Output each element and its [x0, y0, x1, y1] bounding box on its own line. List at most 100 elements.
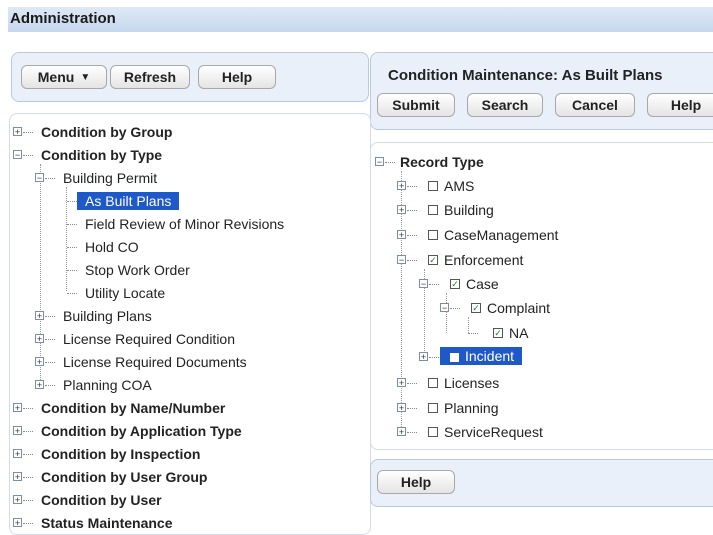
- tree-connector: [45, 385, 55, 387]
- collapse-icon[interactable]: −: [397, 255, 406, 265]
- tree-item-hold-co[interactable]: Hold CO: [85, 238, 139, 256]
- tree-item-as-built-plans[interactable]: As Built Plans: [77, 192, 180, 210]
- tree-connector: [450, 308, 460, 310]
- expand-icon[interactable]: +: [35, 357, 44, 367]
- record-item-na[interactable]: NA: [509, 324, 528, 342]
- tree-connector: [407, 210, 417, 212]
- expand-icon[interactable]: +: [419, 352, 428, 362]
- servicerequest-checkbox[interactable]: [428, 427, 438, 437]
- tree-item-field-review[interactable]: Field Review of Minor Revisions: [85, 215, 284, 233]
- menu-button-label: Menu: [37, 69, 75, 85]
- tree-guide: [468, 317, 470, 333]
- record-type-root[interactable]: Record Type: [400, 153, 484, 171]
- tree-connector: [468, 333, 478, 335]
- tree-connector: [407, 408, 417, 410]
- tree-connector: [45, 178, 55, 180]
- collapse-icon[interactable]: −: [375, 157, 384, 167]
- tree-item-status-maintenance[interactable]: Status Maintenance: [41, 514, 172, 532]
- tree-item-building-plans[interactable]: Building Plans: [63, 307, 152, 325]
- tree-item-license-required-condition[interactable]: License Required Condition: [63, 330, 235, 348]
- record-item-building[interactable]: Building: [444, 201, 494, 219]
- collapse-icon[interactable]: −: [419, 279, 428, 289]
- tree-connector: [407, 235, 417, 237]
- expand-icon[interactable]: +: [35, 311, 44, 321]
- expand-icon[interactable]: +: [13, 449, 22, 459]
- na-checkbox[interactable]: ✓: [493, 328, 503, 338]
- record-item-case[interactable]: Case: [466, 275, 499, 293]
- search-button[interactable]: Search: [467, 93, 543, 117]
- tree-item-planning-coa[interactable]: Planning COA: [63, 376, 152, 394]
- app-title-bar: Administration: [8, 7, 713, 32]
- expand-icon[interactable]: +: [35, 334, 44, 344]
- expand-icon[interactable]: +: [13, 403, 22, 413]
- right-help-button[interactable]: Help: [647, 93, 713, 117]
- refresh-button[interactable]: Refresh: [110, 65, 190, 89]
- help-button[interactable]: Help: [198, 65, 276, 89]
- licenses-checkbox[interactable]: [428, 378, 438, 388]
- record-item-licenses[interactable]: Licenses: [444, 374, 499, 392]
- expand-icon[interactable]: +: [13, 426, 22, 436]
- record-item-complaint[interactable]: Complaint: [487, 299, 550, 317]
- tree-item-condition-by-user[interactable]: Condition by User: [41, 491, 162, 509]
- casemanagement-checkbox[interactable]: [428, 230, 438, 240]
- incident-checkbox[interactable]: [450, 353, 459, 362]
- enforcement-checkbox[interactable]: ✓: [428, 255, 438, 265]
- record-type-tree: − Record Type + AMS + Building + CaseMan…: [370, 142, 713, 450]
- complaint-checkbox[interactable]: ✓: [471, 303, 481, 313]
- record-item-servicerequest[interactable]: ServiceRequest: [444, 423, 543, 441]
- tree-item-utility-locate[interactable]: Utility Locate: [85, 284, 165, 302]
- tree-connector: [407, 186, 417, 188]
- bottom-help-button[interactable]: Help: [377, 470, 455, 494]
- tree-connector: [23, 523, 33, 525]
- app-title: Administration: [10, 10, 116, 27]
- record-item-casemanagement[interactable]: CaseManagement: [444, 226, 558, 244]
- ams-checkbox[interactable]: [428, 181, 438, 191]
- tree-item-building-permit[interactable]: Building Permit: [63, 169, 157, 187]
- tree-item-condition-by-application-type[interactable]: Condition by Application Type: [41, 422, 242, 440]
- collapse-icon[interactable]: −: [35, 173, 44, 183]
- tree-connector: [429, 284, 439, 286]
- tree-guide: [40, 164, 42, 384]
- expand-icon[interactable]: +: [397, 205, 406, 215]
- expand-icon[interactable]: +: [13, 127, 22, 137]
- record-item-incident[interactable]: Incident: [440, 347, 523, 365]
- record-item-enforcement[interactable]: Enforcement: [444, 251, 523, 269]
- dropdown-icon: ▼: [80, 71, 91, 83]
- tree-item-condition-by-group[interactable]: Condition by Group: [41, 123, 172, 141]
- condition-maintenance-title: Condition Maintenance: As Built Plans: [388, 67, 663, 84]
- bottom-help-panel: Help: [370, 459, 713, 507]
- condition-tree: + Condition by Group − Condition by Type…: [9, 113, 371, 535]
- tree-connector: [45, 362, 55, 364]
- left-toolbar-panel: Menu ▼ Refresh Help: [11, 52, 369, 102]
- tree-guide: [446, 293, 448, 333]
- menu-button[interactable]: Menu ▼: [21, 65, 107, 89]
- expand-icon[interactable]: +: [13, 518, 22, 528]
- expand-icon[interactable]: +: [397, 230, 406, 240]
- tree-item-license-required-documents[interactable]: License Required Documents: [63, 353, 247, 371]
- record-item-planning[interactable]: Planning: [444, 399, 499, 417]
- planning-checkbox[interactable]: [428, 403, 438, 413]
- expand-icon[interactable]: +: [397, 427, 406, 437]
- submit-button[interactable]: Submit: [377, 93, 455, 117]
- expand-icon[interactable]: +: [13, 495, 22, 505]
- collapse-icon[interactable]: −: [13, 150, 22, 160]
- case-checkbox[interactable]: ✓: [450, 279, 460, 289]
- tree-item-condition-by-name-number[interactable]: Condition by Name/Number: [41, 399, 225, 417]
- tree-connector: [23, 454, 33, 456]
- tree-connector: [23, 408, 33, 410]
- collapse-icon[interactable]: −: [440, 303, 449, 313]
- cancel-button[interactable]: Cancel: [555, 93, 635, 117]
- tree-item-stop-work-order[interactable]: Stop Work Order: [85, 261, 190, 279]
- building-checkbox[interactable]: [428, 205, 438, 215]
- tree-item-condition-by-inspection[interactable]: Condition by Inspection: [41, 445, 200, 463]
- tree-connector: [67, 293, 77, 295]
- tree-item-condition-by-type[interactable]: Condition by Type: [41, 146, 162, 164]
- expand-icon[interactable]: +: [35, 380, 44, 390]
- tree-connector: [23, 431, 33, 433]
- expand-icon[interactable]: +: [397, 378, 406, 388]
- tree-item-condition-by-user-group[interactable]: Condition by User Group: [41, 468, 207, 486]
- expand-icon[interactable]: +: [13, 472, 22, 482]
- expand-icon[interactable]: +: [397, 181, 406, 191]
- record-item-ams[interactable]: AMS: [444, 177, 474, 195]
- expand-icon[interactable]: +: [397, 403, 406, 413]
